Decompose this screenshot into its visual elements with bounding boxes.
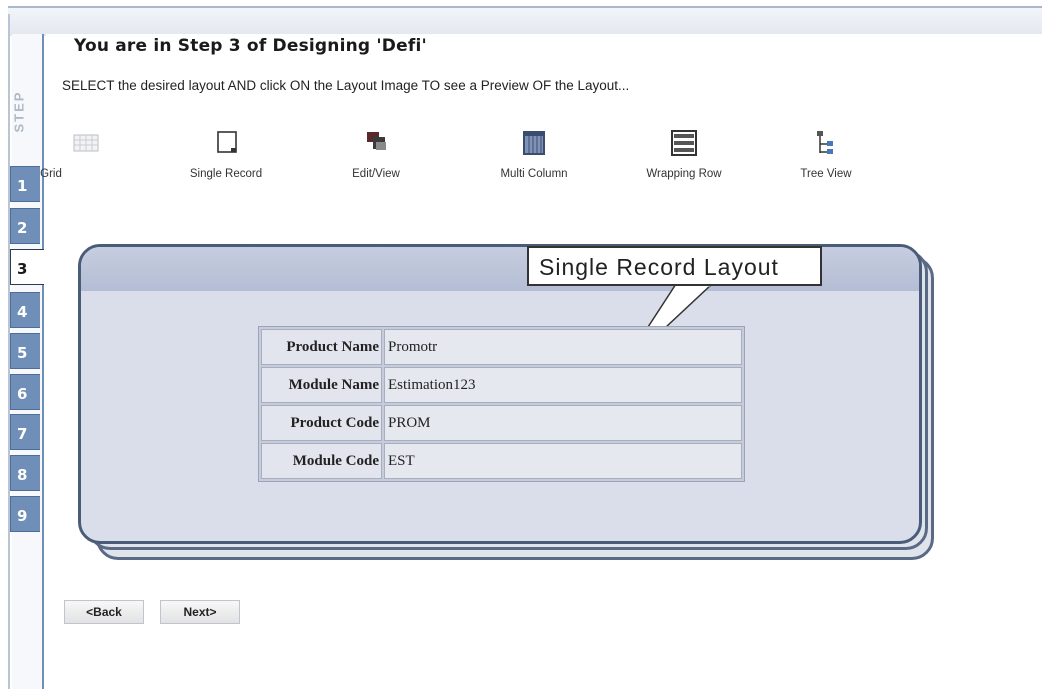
field-value-module-code: EST (384, 443, 742, 479)
layout-option-edit-view[interactable]: Edit/View (316, 128, 436, 182)
layout-option-grid[interactable]: Grid (26, 128, 146, 182)
top-bar (8, 6, 1042, 36)
field-label-module-name: Module Name (261, 367, 382, 403)
layout-label-single-record: Single Record (189, 168, 263, 180)
wrapping-row-icon (671, 130, 697, 156)
step-tab-5[interactable]: 5 (10, 333, 40, 369)
layout-option-multi-column[interactable]: Multi Column (474, 128, 594, 182)
edit-view-icon (367, 132, 386, 150)
step-tab-2[interactable]: 2 (10, 208, 40, 244)
next-button[interactable]: Next> (160, 600, 240, 624)
page-title: You are in Step 3 of Designing 'Defi' (74, 36, 427, 56)
step-tab-3[interactable]: 3 (10, 249, 44, 285)
table-row: Product Code PROM (261, 405, 742, 441)
multi-column-icon (523, 131, 545, 155)
field-value-product-code: PROM (384, 405, 742, 441)
step-tab-7[interactable]: 7 (10, 414, 40, 450)
table-row: Module Name Estimation123 (261, 367, 742, 403)
layout-label-grid: Grid (40, 168, 62, 180)
layout-callout: Single Record Layout (527, 246, 822, 286)
layout-option-tree-view[interactable]: Tree View (766, 128, 886, 182)
step-tab-4[interactable]: 4 (10, 292, 40, 328)
back-button[interactable]: <Back (64, 600, 144, 624)
table-row: Module Code EST (261, 443, 742, 479)
tree-view-icon (817, 131, 833, 154)
field-value-module-name: Estimation123 (384, 367, 742, 403)
step-tab-8[interactable]: 8 (10, 455, 40, 491)
layout-label-edit-view: Edit/View (352, 168, 400, 180)
table-row: Product Name Promotr (261, 329, 742, 365)
grid-icon (73, 134, 99, 152)
field-value-product-name: Promotr (384, 329, 742, 365)
layout-option-single-record[interactable]: Single Record (166, 128, 286, 182)
step-tab-9[interactable]: 9 (10, 496, 40, 532)
layout-label-wrapping-row: Wrapping Row (646, 168, 722, 180)
field-label-module-code: Module Code (261, 443, 382, 479)
field-label-product-name: Product Name (261, 329, 382, 365)
layout-label-tree-view: Tree View (800, 168, 852, 180)
layout-label-multi-column: Multi Column (500, 168, 568, 180)
layout-option-wrapping-row[interactable]: Wrapping Row (624, 128, 744, 182)
single-record-icon (217, 131, 237, 153)
field-label-product-code: Product Code (261, 405, 382, 441)
instruction-text: SELECT the desired layout AND click ON t… (62, 78, 630, 93)
record-table: Product Name Promotr Module Name Estimat… (258, 326, 745, 482)
step-tab-6[interactable]: 6 (10, 374, 40, 410)
